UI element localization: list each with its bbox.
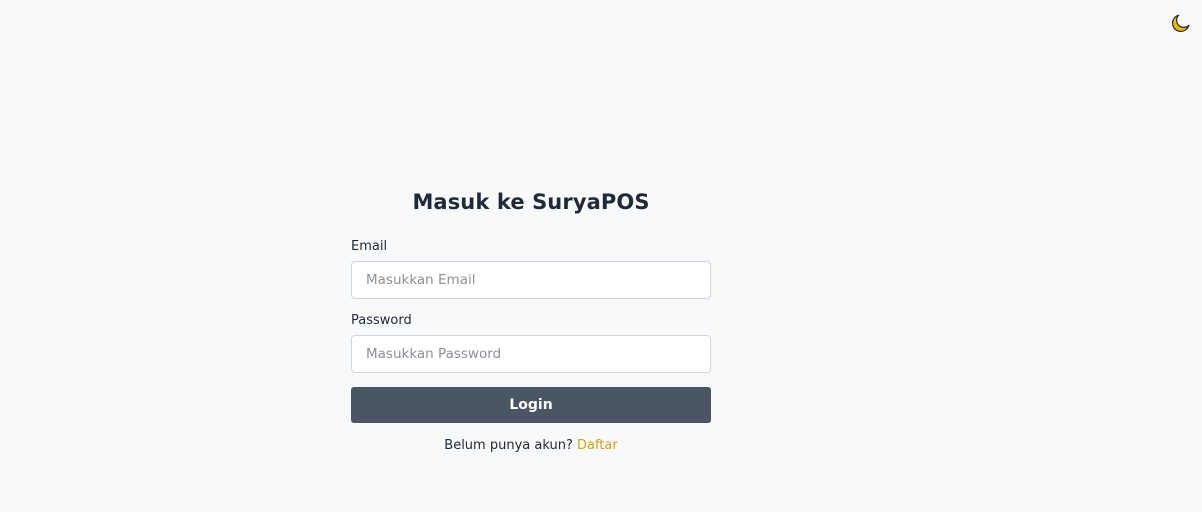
email-field[interactable] <box>351 261 711 299</box>
theme-toggle-button[interactable] <box>1169 11 1193 35</box>
login-button[interactable]: Login <box>351 387 711 423</box>
register-link[interactable]: Daftar <box>577 438 618 453</box>
password-field[interactable] <box>351 335 711 373</box>
login-page: Masuk ke SuryaPOS Email Password Login B… <box>0 0 1202 512</box>
email-label: Email <box>351 239 388 254</box>
moon-icon <box>1170 12 1192 34</box>
password-label: Password <box>351 313 412 328</box>
register-prompt-line: Belum punya akun? Daftar <box>351 437 711 455</box>
page-title: Masuk ke SuryaPOS <box>412 190 650 214</box>
login-form: Masuk ke SuryaPOS Email Password Login B… <box>351 188 711 455</box>
register-prompt-text: Belum punya akun? <box>444 438 573 453</box>
